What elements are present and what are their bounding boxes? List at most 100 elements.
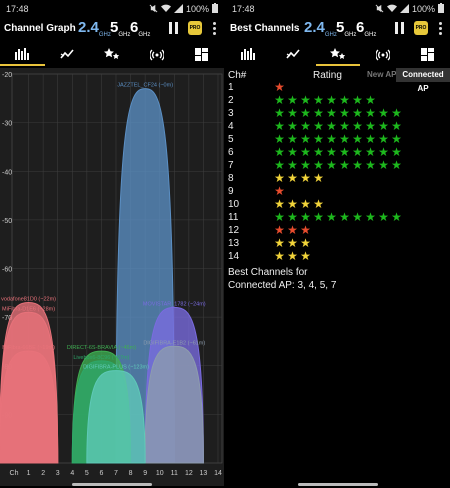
x-tick-label: 9 bbox=[143, 470, 147, 477]
x-tick-label: 6 bbox=[99, 470, 103, 477]
star-icon: ★ bbox=[313, 210, 324, 224]
bar-chart-icon bbox=[15, 48, 30, 60]
channel-number: 12 bbox=[228, 225, 240, 236]
rating-row: 14 ★ ★ ★ bbox=[226, 250, 450, 264]
channel-number: 2 bbox=[228, 95, 234, 106]
network-curve[interactable] bbox=[0, 350, 59, 464]
battery-percent: 100% bbox=[185, 4, 209, 14]
band-5ghz-toggle[interactable]: 5GHz bbox=[110, 19, 130, 38]
x-tick-label: 2 bbox=[41, 470, 45, 477]
channel-number: 1 bbox=[228, 82, 234, 93]
mute-icon bbox=[149, 4, 158, 15]
pro-badge[interactable]: PRO bbox=[414, 21, 428, 35]
page-title: Channel Graph bbox=[4, 23, 76, 34]
tab-channel-graph[interactable] bbox=[226, 42, 271, 66]
x-tick-label: 1 bbox=[27, 470, 31, 477]
y-tick-label: -20 bbox=[2, 72, 12, 79]
overflow-menu-icon[interactable] bbox=[213, 22, 217, 35]
star-icon: ★ bbox=[391, 158, 402, 172]
band-6ghz-toggle[interactable]: 6GHz bbox=[130, 19, 150, 38]
network-label: DIGIFIBRA-PLUS (~123m) bbox=[83, 365, 149, 371]
pause-button[interactable] bbox=[168, 22, 179, 34]
rating-row: 12 ★ ★ ★ bbox=[226, 224, 450, 238]
channel-number: 4 bbox=[228, 121, 234, 132]
status-bar: 17:48 100% bbox=[226, 0, 450, 18]
summary-line-2: Connected AP: 3, 4, 5, 7 bbox=[228, 280, 337, 291]
tab-dashboard[interactable] bbox=[405, 42, 450, 66]
channel-number: 13 bbox=[228, 238, 240, 249]
x-tick-label: 7 bbox=[114, 470, 118, 477]
network-curve[interactable] bbox=[86, 370, 146, 464]
tab-bar bbox=[226, 42, 450, 66]
wifi-icon bbox=[386, 4, 397, 15]
connected-ap-button[interactable]: Connected AP bbox=[396, 68, 450, 93]
gesture-nav-bar[interactable] bbox=[72, 483, 152, 486]
column-rating: Rating bbox=[313, 70, 342, 81]
app-bar: Channel Graph 2.4GHz 5GHz 6GHz PRO bbox=[0, 18, 224, 42]
band-24ghz-toggle[interactable]: 2.4GHz bbox=[78, 19, 111, 38]
star-icon: ★ bbox=[339, 210, 350, 224]
channel-number: 5 bbox=[228, 134, 234, 145]
status-time: 17:48 bbox=[6, 4, 29, 14]
channel-number: 6 bbox=[228, 147, 234, 158]
signal-icon bbox=[173, 3, 183, 15]
pro-badge[interactable]: PRO bbox=[188, 21, 202, 35]
tab-dashboard[interactable] bbox=[179, 42, 224, 66]
tab-ap-list[interactable] bbox=[360, 42, 405, 66]
rating-row: 9 ★ bbox=[226, 185, 450, 199]
channel-graph-chart[interactable]: -20-30-40-50-60-70-80-90Ch12345678910111… bbox=[0, 68, 224, 486]
y-tick-label: -60 bbox=[2, 267, 12, 274]
status-bar: 17:48 100% bbox=[0, 0, 224, 18]
rating-table-header: Ch# Rating New AP Connected AP bbox=[226, 68, 450, 93]
new-ap-button[interactable]: New AP bbox=[367, 70, 397, 79]
tab-channel-graph[interactable] bbox=[0, 42, 45, 66]
rating-stars: ★ ★ ★ bbox=[273, 250, 312, 263]
tab-ap-list[interactable] bbox=[134, 42, 179, 66]
network-label: MOVISTAR_1782 (~24m) bbox=[143, 301, 206, 307]
x-tick-label: 8 bbox=[129, 470, 133, 477]
trend-line-icon bbox=[60, 49, 74, 59]
star-icon: ★ bbox=[365, 158, 376, 172]
x-tick-label: Ch bbox=[10, 470, 19, 477]
summary-line-1: Best Channels for bbox=[228, 267, 308, 278]
best-channels-summary: Best Channels for Connected AP: 3, 4, 5,… bbox=[228, 266, 336, 292]
tab-time-graph[interactable] bbox=[45, 42, 90, 66]
gesture-nav-bar[interactable] bbox=[298, 483, 378, 486]
channel-number: 8 bbox=[228, 173, 234, 184]
stars-icon bbox=[103, 47, 120, 59]
overflow-menu-icon[interactable] bbox=[439, 22, 443, 35]
tab-channel-rating[interactable] bbox=[315, 42, 361, 66]
network-label: DIRECT-6S-BRAVIA (~46m) bbox=[67, 345, 136, 351]
network-label: JAZZTEL_CF24 (~0m) bbox=[117, 83, 173, 89]
x-tick-label: 10 bbox=[156, 470, 164, 477]
status-time: 17:48 bbox=[232, 4, 255, 14]
trend-line-icon bbox=[286, 49, 300, 59]
star-icon: ★ bbox=[378, 158, 389, 172]
network-label: MiFibra-66BE (~19m) bbox=[2, 345, 55, 351]
star-icon: ★ bbox=[313, 171, 324, 185]
star-icon: ★ bbox=[326, 210, 337, 224]
channel-number: 14 bbox=[228, 251, 240, 262]
tab-channel-rating[interactable] bbox=[90, 42, 135, 66]
rating-row: 7 ★ ★ ★ ★ ★ ★ ★ ★ ★ ★ bbox=[226, 158, 450, 173]
band-6ghz-toggle[interactable]: 6GHz bbox=[356, 19, 376, 38]
wifi-icon bbox=[160, 4, 171, 15]
band-5ghz-toggle[interactable]: 5GHz bbox=[336, 19, 356, 38]
channel-number: 10 bbox=[228, 199, 240, 210]
channel-graph-panel: 17:48 100% Channel Graph 2.4GHz 5GHz 6GH… bbox=[0, 0, 224, 488]
pause-button[interactable] bbox=[394, 22, 405, 34]
network-curve[interactable] bbox=[144, 345, 204, 464]
tab-time-graph[interactable] bbox=[271, 42, 316, 66]
band-24ghz-toggle[interactable]: 2.4GHz bbox=[304, 19, 337, 38]
stars-icon bbox=[329, 47, 346, 59]
star-icon: ★ bbox=[287, 249, 298, 263]
x-tick-label: 13 bbox=[200, 470, 208, 477]
star-icon: ★ bbox=[378, 210, 389, 224]
dashboard-icon bbox=[195, 47, 209, 61]
channel-graph-svg: -20-30-40-50-60-70-80-90Ch12345678910111… bbox=[0, 72, 223, 477]
channel-number: 11 bbox=[228, 212, 239, 223]
bar-chart-icon bbox=[241, 48, 256, 60]
channel-number: 7 bbox=[228, 160, 234, 171]
star-icon: ★ bbox=[287, 171, 298, 185]
tab-bar bbox=[0, 42, 224, 66]
